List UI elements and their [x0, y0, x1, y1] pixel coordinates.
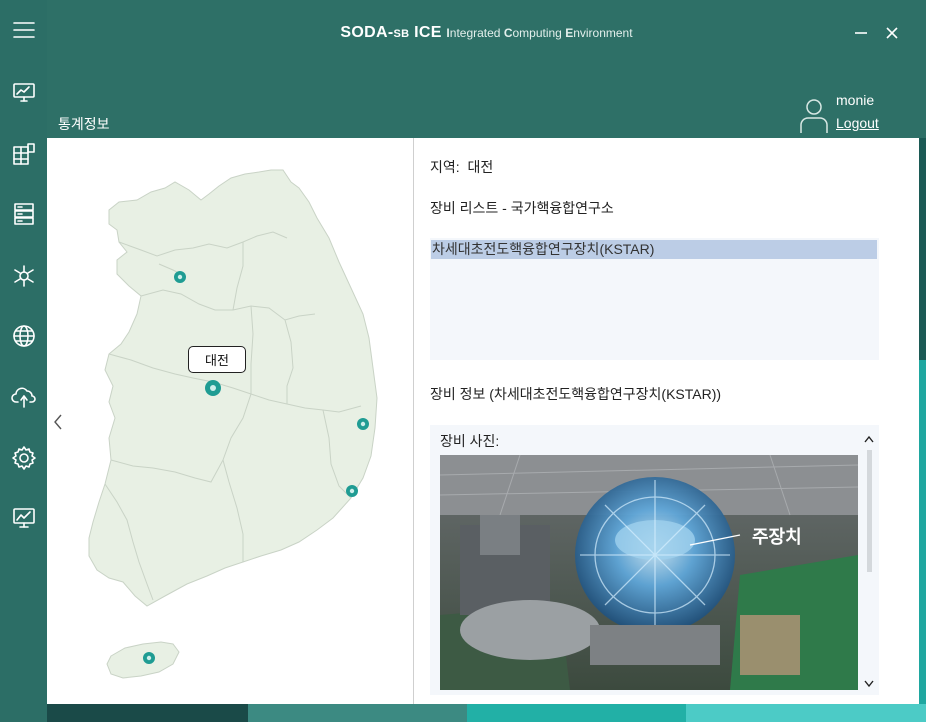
chart-monitor-icon[interactable] — [9, 503, 39, 533]
seoul-marker — [174, 271, 186, 283]
photo-annotation: 주장치 — [752, 527, 802, 548]
jeju-marker — [143, 652, 155, 664]
user-name: monie — [836, 92, 875, 108]
server-icon[interactable] — [9, 199, 39, 229]
app-subtitle-1: ntegrated — [449, 26, 504, 40]
equipment-photo-section: 장비 사진: 주장치 — [430, 425, 879, 695]
bottom-bar-segment-2 — [248, 704, 467, 722]
network-globe-icon[interactable] — [9, 321, 39, 351]
chevron-up-icon — [864, 435, 874, 443]
bio-molecule-icon[interactable] — [9, 261, 39, 291]
bottom-bar-segment-4 — [686, 704, 926, 722]
close-icon — [886, 27, 898, 39]
list-item[interactable]: 차세대초전도핵융합연구장치(KSTAR) — [431, 240, 877, 259]
scroll-up-button[interactable] — [863, 433, 875, 445]
equipment-detail-panel: 지역: 대전 장비 리스트 - 국가핵융합연구소 차세대초전도핵융합연구장치(K… — [414, 138, 919, 704]
left-navigation-rail — [0, 0, 47, 722]
equipment-photo: 주장치 — [440, 455, 858, 690]
page-title: 통계정보 — [58, 116, 110, 132]
logout-link[interactable]: Logout — [836, 115, 879, 131]
bottom-bar-segment-1 — [47, 704, 248, 722]
minimize-icon — [855, 32, 867, 34]
region-row: 지역: 대전 — [430, 157, 493, 177]
settings-gear-icon[interactable] — [9, 443, 39, 473]
app-subtitle-e: E — [565, 26, 574, 40]
app-title-sb: SB — [393, 28, 410, 40]
minimize-button[interactable] — [850, 22, 872, 44]
scroll-down-button[interactable] — [863, 676, 875, 688]
app-title-ice: ICE — [409, 24, 447, 41]
equipment-info-title: 장비 정보 (차세대초전도핵융합연구장치(KSTAR)) — [430, 386, 722, 402]
app-title: SODA-SB ICE Integrated Computing Environ… — [47, 22, 926, 42]
korea-map — [88, 169, 378, 679]
right-edge-strip-accent — [919, 360, 926, 704]
app-title-main: SODA- — [340, 24, 394, 41]
chevron-down-icon — [864, 680, 874, 688]
cloud-upload-icon[interactable] — [9, 382, 39, 412]
daejeon-marker — [205, 380, 221, 396]
region-value: 대전 — [467, 159, 494, 175]
app-subtitle-3: nvironment — [573, 26, 633, 40]
building-icon[interactable] — [9, 139, 39, 169]
chevron-left-icon — [54, 414, 62, 430]
selected-region-label: 대전 — [188, 346, 246, 373]
photo-label: 장비 사진: — [440, 433, 500, 449]
monitor-dashboard-icon[interactable] — [9, 77, 39, 107]
bottom-bar-segment-3 — [467, 704, 686, 722]
app-subtitle-2: omputing — [512, 26, 566, 40]
map-prev-button[interactable] — [51, 412, 65, 432]
close-button[interactable] — [881, 22, 903, 44]
scrollbar-track[interactable] — [867, 450, 872, 572]
korea-map-panel: 대전 — [47, 138, 413, 704]
ulsan-marker — [346, 485, 358, 497]
pohang-marker — [357, 418, 369, 430]
app-header: SODA-SB ICE Integrated Computing Environ… — [47, 0, 926, 138]
menu-icon[interactable] — [9, 15, 39, 45]
equipment-list-title: 장비 리스트 - 국가핵융합연구소 — [430, 200, 614, 216]
jeju-island — [106, 641, 180, 679]
region-label: 지역: — [430, 159, 460, 175]
user-avatar-icon — [798, 96, 830, 134]
equipment-list[interactable]: 차세대초전도핵융합연구장치(KSTAR) — [430, 238, 879, 360]
